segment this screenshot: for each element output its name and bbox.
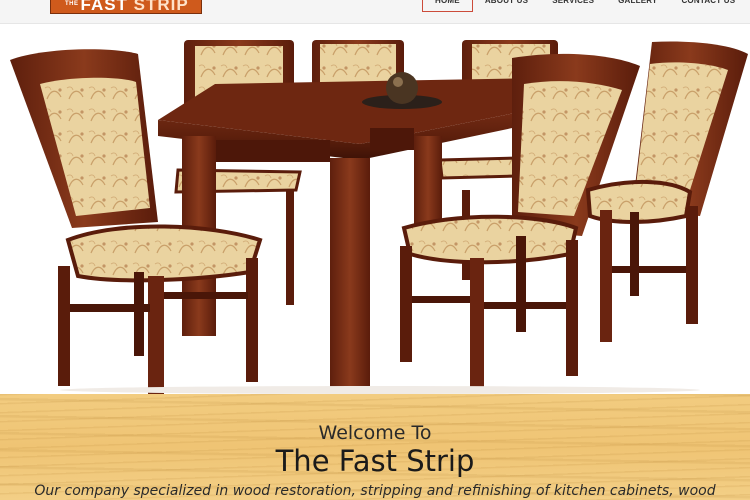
site-logo[interactable]: THE FAST STRIP (50, 0, 202, 14)
main-nav: HOME ABOUT US SERVICES GALLERY CONTACT U… (422, 0, 747, 12)
logo-main-text: FAST (80, 0, 134, 14)
nav-gallery[interactable]: GALLERY (606, 0, 669, 12)
nav-services[interactable]: SERVICES (540, 0, 606, 12)
dining-set-illustration (10, 40, 748, 394)
welcome-heading: Welcome To (318, 422, 432, 444)
nav-home[interactable]: HOME (422, 0, 473, 12)
site-header: THE FAST STRIP HOME ABOUT US SERVICES GA… (0, 0, 750, 24)
logo-small-text: THE (65, 1, 79, 7)
nav-contact-us[interactable]: CONTACT US (669, 0, 747, 12)
nav-about-us[interactable]: ABOUT US (473, 0, 540, 12)
company-title: The Fast Strip (275, 444, 475, 478)
hero-image (0, 40, 750, 394)
logo-text: FAST STRIP (81, 0, 189, 13)
welcome-section: Welcome To The Fast Strip Our company sp… (0, 394, 750, 500)
logo-accent-text: STRIP (133, 0, 189, 14)
welcome-description: Our company specialized in wood restorat… (34, 483, 716, 499)
